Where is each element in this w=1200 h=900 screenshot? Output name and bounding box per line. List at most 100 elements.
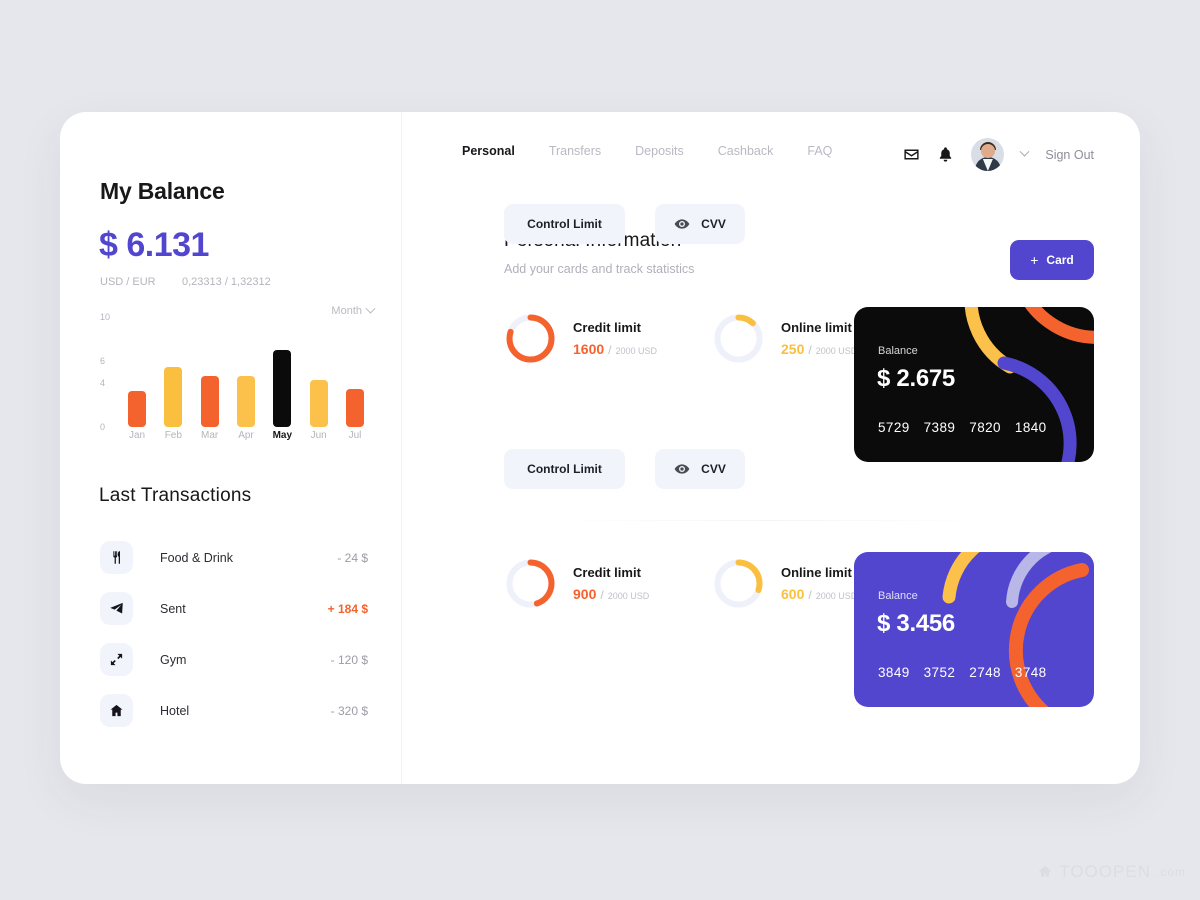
balance-bar-chart: 0 4 6 10 Jan Feb Mar Apr May Jun Jul (100, 312, 370, 452)
chart-y-tick: 0 (100, 422, 106, 432)
cvv-button[interactable]: CVV (655, 449, 745, 489)
transaction-name: Sent (160, 601, 186, 616)
control-limit-button[interactable]: Control Limit (504, 204, 625, 244)
limit-max: 2000 USD (815, 591, 858, 601)
limit-ring (506, 314, 555, 363)
tab-faq[interactable]: FAQ (807, 144, 832, 158)
limit-actions: Control Limit CVV (504, 449, 745, 489)
cutlery-icon (100, 541, 133, 574)
watermark-main: TOOOPEN (1059, 862, 1151, 881)
top-navigation: Personal Transfers Deposits Cashback FAQ (462, 144, 832, 158)
top-right-actions: Sign Out (903, 138, 1094, 171)
card-number-group: 7389 (923, 420, 956, 435)
card-balance-label: Balance (878, 590, 918, 602)
transaction-amount: + 184 $ (327, 601, 368, 616)
limit-separator: / (808, 343, 812, 357)
chart-x-axis: Jan Feb Mar Apr May Jun Jul (122, 430, 370, 441)
chart-y-tick: 6 (100, 356, 106, 366)
transaction-row[interactable]: Gym - 120 $ (100, 634, 368, 685)
chart-bar-column (195, 376, 225, 427)
limit-credit: Credit limit 900/2000 USD (504, 557, 649, 610)
chart-bar[interactable] (273, 350, 292, 427)
chart-y-axis: 0 4 6 10 (100, 312, 122, 432)
avatar-head (980, 144, 995, 158)
card-number-group: 7820 (969, 420, 1001, 435)
chevron-down-icon (365, 303, 376, 314)
bank-card[interactable]: Balance $ 3.456 3849 3752 2748 3748 (854, 552, 1094, 707)
chart-bar[interactable] (200, 376, 219, 427)
chart-bar-column (267, 350, 297, 427)
control-limit-button[interactable]: Control Limit (504, 449, 625, 489)
chart-x-tick: Mar (201, 430, 219, 441)
chart-plot-area (122, 317, 370, 427)
card-number-group: 3752 (923, 665, 956, 680)
paper-plane-icon (100, 592, 133, 625)
limit-ring (506, 559, 555, 608)
limit-credit: Credit limit 1600/2000 USD (504, 312, 657, 365)
cvv-label: CVV (701, 462, 726, 476)
period-selector[interactable]: Month (331, 303, 376, 317)
chart-bar-column (304, 379, 334, 427)
limit-separator: / (808, 588, 812, 602)
chart-bar[interactable] (164, 366, 183, 427)
watermark: TOOOPEN .com (1036, 862, 1186, 882)
sign-out-link[interactable]: Sign Out (1045, 148, 1094, 162)
chart-y-tick: 10 (100, 312, 111, 322)
dumbbell-icon (100, 643, 133, 676)
tab-personal[interactable]: Personal (462, 144, 515, 158)
card-number-group: 3849 (878, 665, 910, 680)
limit-online: Online limit 250/2000 USD (712, 312, 857, 365)
limit-separator: / (608, 343, 612, 357)
limit-label: Credit limit (573, 320, 641, 335)
card-balance-amount: $ 3.456 (877, 610, 955, 637)
exchange-rate-value: 0,23313 / 1,32312 (182, 276, 271, 288)
card-number-group: 2748 (969, 665, 1001, 680)
tab-transfers[interactable]: Transfers (549, 144, 601, 158)
chart-x-tick: Jan (128, 430, 146, 441)
limit-label: Online limit (781, 565, 852, 580)
chart-bar-column (122, 390, 152, 427)
tab-deposits[interactable]: Deposits (635, 144, 684, 158)
limit-current: 1600 (573, 341, 605, 357)
limit-current: 250 (781, 341, 805, 357)
chart-x-tick: May (272, 430, 293, 441)
main-content: Personal Transfers Deposits Cashback FAQ Sig… (402, 112, 1140, 784)
limit-actions: Control Limit CVV (504, 204, 745, 244)
eye-icon (674, 464, 690, 474)
limit-ring (714, 559, 763, 608)
transaction-row[interactable]: Hotel - 320 $ (100, 685, 368, 736)
limit-text: Online limit 600/2000 USD (781, 565, 857, 602)
chart-bar[interactable] (128, 390, 146, 427)
chart-bar-column (158, 366, 188, 427)
limit-max: 2000 USD (815, 346, 858, 356)
bell-icon[interactable] (937, 146, 954, 163)
tab-cashback[interactable]: Cashback (718, 144, 774, 158)
chart-x-tick: Apr (238, 430, 254, 441)
add-card-button[interactable]: + Card (1010, 240, 1094, 280)
control-limit-label: Control Limit (527, 217, 602, 231)
card-number: 3849 3752 2748 3748 (878, 665, 1047, 680)
envelope-icon[interactable] (903, 146, 920, 163)
limit-text: Credit limit 1600/2000 USD (573, 320, 657, 357)
transaction-row[interactable]: Food & Drink - 24 $ (100, 532, 368, 583)
dashboard-panel: My Balance $ 6.131 USD / EUR 0,23313 / 1… (60, 112, 1140, 784)
bank-card[interactable]: Balance $ 2.675 5729 7389 7820 1840 (854, 307, 1094, 462)
card-number-group: 3748 (1014, 665, 1047, 680)
avatar[interactable] (971, 138, 1005, 171)
transaction-row[interactable]: Sent + 184 $ (100, 583, 368, 634)
limit-text: Credit limit 900/2000 USD (573, 565, 649, 602)
transaction-amount: - 24 $ (337, 550, 368, 565)
limit-values: 1600/2000 USD (573, 341, 657, 357)
transaction-amount: - 320 $ (330, 703, 368, 718)
chart-bar[interactable] (345, 388, 364, 427)
chevron-down-icon[interactable] (1019, 146, 1030, 157)
limit-label: Credit limit (573, 565, 641, 580)
cvv-button[interactable]: CVV (655, 204, 745, 244)
chart-bar[interactable] (236, 376, 255, 427)
chart-y-tick: 4 (100, 378, 106, 388)
limit-separator: / (600, 588, 604, 602)
period-selector-label: Month (331, 305, 362, 317)
chart-bar[interactable] (309, 379, 328, 427)
transaction-amount: - 120 $ (330, 652, 368, 667)
card-balance-amount: $ 2.675 (877, 365, 955, 392)
